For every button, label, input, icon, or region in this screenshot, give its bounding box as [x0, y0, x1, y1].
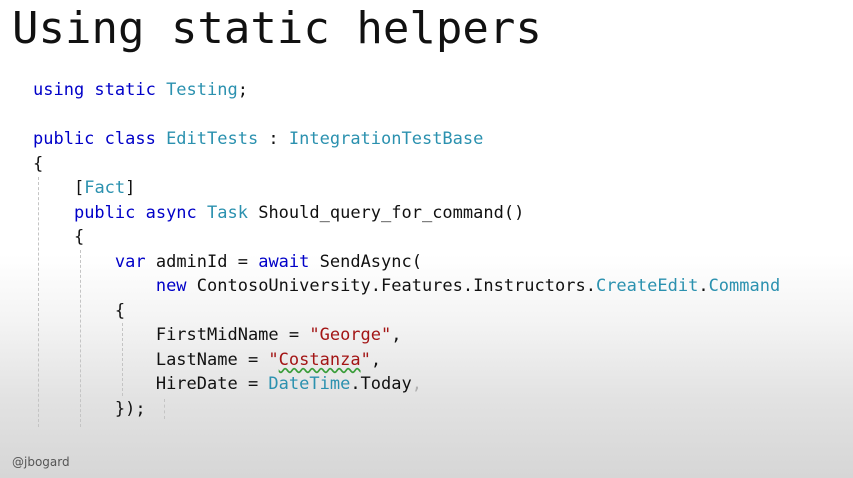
- code-line-14: });: [33, 397, 780, 422]
- code-token: ,: [391, 325, 402, 345]
- code-token: Command: [708, 276, 781, 296]
- slide-title: Using static helpers: [12, 3, 542, 54]
- code-token: {: [33, 153, 44, 174]
- code-token: ,: [411, 374, 422, 394]
- code-token: ": [360, 349, 371, 370]
- author-handle: @jbogard: [12, 455, 70, 469]
- code-line-7: {: [33, 225, 780, 250]
- code-token: DateTime: [268, 374, 351, 394]
- code-token: HireDate =: [155, 374, 269, 394]
- code-line-12: LastName = "Costanza",: [33, 348, 780, 373]
- code-line-3: public class EditTests : IntegrationTest…: [33, 127, 780, 152]
- code-token: Task: [207, 202, 248, 223]
- code-token: {: [73, 227, 85, 247]
- code-token: [: [73, 178, 85, 198]
- spelling-squiggle-token: Costanza: [278, 349, 361, 370]
- code-block: using static Testing; public class EditT…: [33, 78, 780, 421]
- code-line-8: var adminId = await SendAsync(: [33, 250, 780, 275]
- code-token: ContosoUniversity.Features.Instructors.: [196, 276, 596, 296]
- code-line-5: [Fact]: [33, 176, 780, 201]
- code-token: ": [268, 349, 279, 370]
- code-token: .Today: [350, 374, 412, 394]
- code-token: await: [258, 251, 320, 272]
- code-token: new: [155, 276, 197, 296]
- code-token: "George": [309, 325, 392, 345]
- code-token: using static: [33, 80, 167, 100]
- code-line-11: FirstMidName = "George",: [33, 323, 780, 348]
- code-token: ]: [125, 178, 136, 198]
- code-token: FirstMidName =: [155, 325, 310, 345]
- code-token: LastName =: [155, 349, 269, 370]
- code-token: Fact: [84, 178, 126, 198]
- code-line-13: HireDate = DateTime.Today,: [33, 372, 780, 397]
- code-token: IntegrationTestBase: [288, 129, 484, 149]
- code-token: {: [114, 300, 126, 321]
- code-line-1: using static Testing;: [33, 78, 780, 103]
- code-token: :: [258, 129, 289, 149]
- code-token: CreateEdit: [595, 276, 699, 296]
- code-token: SendAsync(: [319, 251, 422, 272]
- code-token: Testing: [166, 80, 238, 100]
- code-line-10: {: [33, 299, 780, 324]
- code-token: var: [114, 251, 156, 272]
- code-token: ,: [370, 349, 382, 370]
- code-token: .: [698, 276, 709, 296]
- code-token: public class: [33, 129, 167, 149]
- code-token: Should_query_for_command(): [247, 202, 525, 223]
- code-line-6: public async Task Should_query_for_comma…: [33, 201, 780, 226]
- code-token: ;: [237, 80, 248, 100]
- code-line-9: new ContosoUniversity.Features.Instructo…: [33, 274, 780, 299]
- code-token: public async: [73, 202, 208, 223]
- code-token: adminId =: [155, 251, 259, 272]
- code-token: EditTests: [166, 129, 259, 149]
- code-line-4: {: [33, 152, 780, 177]
- code-token: });: [114, 398, 146, 419]
